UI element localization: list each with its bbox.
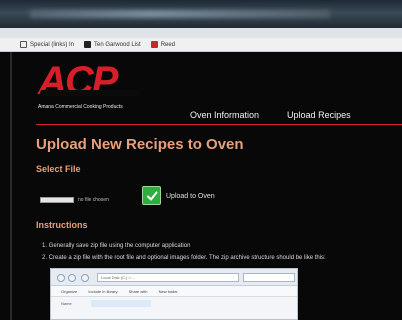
select-file-label: Select File	[36, 164, 81, 174]
choose-file-button[interactable]	[40, 197, 74, 203]
browser-window: Special (links) In Ten Garwood List Reed…	[0, 0, 402, 320]
instructions-list: 1. Generally save zip file using the com…	[42, 240, 402, 264]
bookmark-item[interactable]: Reed	[150, 41, 176, 48]
page-title: Upload New Recipes to Oven	[36, 136, 244, 153]
page-edge	[10, 52, 12, 320]
main-nav: Oven Information Upload Recipes	[190, 108, 402, 122]
file-input-status: no file chosen	[78, 197, 109, 203]
acp-logo[interactable]: ACP Amana Commercial Cooking Products	[38, 60, 148, 112]
logo-subtitle: Amana Commercial Cooking Products	[38, 104, 123, 110]
toolbar-item: Organize	[61, 289, 78, 294]
toolbar-item: New folder	[158, 289, 178, 294]
search-icon	[20, 41, 27, 48]
logo-swoosh	[38, 90, 142, 96]
explorer-row: Name	[61, 301, 72, 306]
file-input[interactable]: no file chosen	[40, 195, 109, 205]
explorer-toolbar: Organize Include in library Share with N…	[51, 286, 297, 297]
list-item: 2. Create a zip file with the root file …	[42, 255, 326, 261]
explorer-screenshot: Local Disk (C:) > ... Organize Include i…	[50, 268, 298, 320]
nav-divider	[36, 124, 402, 125]
tse-icon	[84, 41, 92, 48]
bookmark-label: Ten Garwood List	[94, 41, 141, 48]
tab-strip	[0, 28, 402, 38]
nav-upload-recipes[interactable]: Upload Recipes	[287, 110, 351, 120]
up-icon	[81, 274, 89, 282]
window-chrome	[0, 0, 402, 28]
forward-icon	[68, 274, 76, 282]
chrome-glow	[30, 10, 330, 18]
explorer-search	[243, 273, 295, 282]
red-icon	[150, 41, 158, 48]
upload-button[interactable]	[142, 186, 161, 205]
nav-oven-information[interactable]: Oven Information	[190, 110, 259, 120]
bookmarks-bar: Special (links) In Ten Garwood List Reed	[0, 38, 402, 52]
back-icon	[57, 274, 65, 282]
bookmark-label: Special (links) In	[30, 41, 75, 48]
toolbar-item: Include in library	[88, 289, 118, 294]
instructions-heading: Instructions	[36, 220, 88, 230]
checkmark-icon	[146, 191, 157, 200]
explorer-address: Local Disk (C:) > ...	[97, 273, 239, 282]
upload-label[interactable]: Upload to Oven	[166, 193, 215, 200]
explorer-address-bar: Local Disk (C:) > ...	[51, 269, 297, 286]
bookmark-label: Reed	[160, 41, 176, 48]
bookmark-item[interactable]: Special (links) In	[20, 41, 74, 48]
toolbar-item: Share with	[128, 289, 148, 294]
bookmark-item[interactable]: Ten Garwood List	[84, 41, 141, 48]
list-item: 1. Generally save zip file using the com…	[42, 243, 191, 249]
